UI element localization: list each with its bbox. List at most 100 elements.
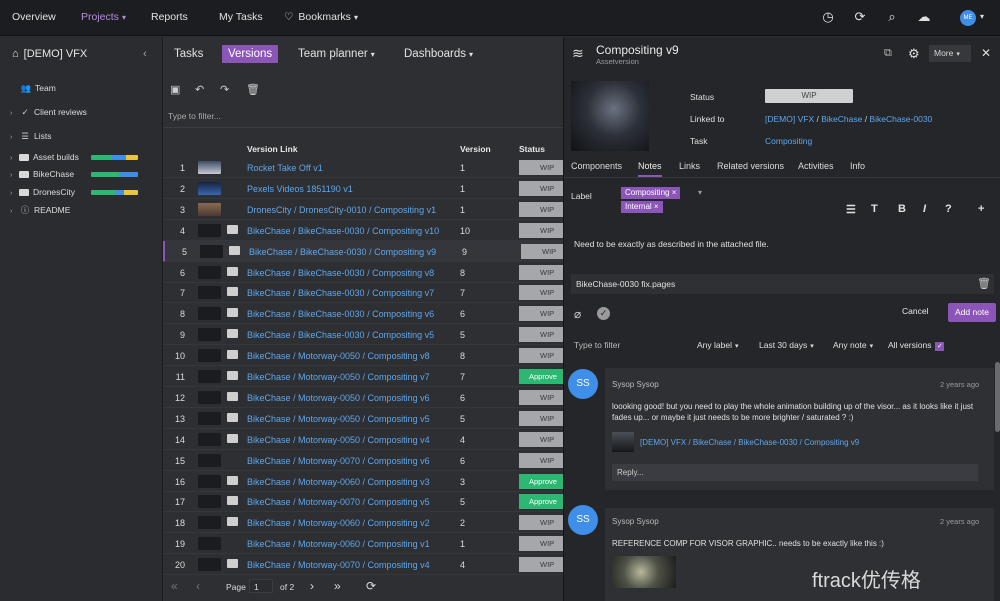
version-link[interactable]: Rocket Take Off v1 [247,163,323,173]
list-format-icon[interactable]: ☰ [846,203,856,216]
filter-all-versions[interactable]: All versions ✓ [888,340,945,351]
trash-icon[interactable]: 🗑 [977,277,991,290]
tab-notes[interactable]: Notes [638,161,662,177]
version-link[interactable]: Pexels Videos 1851190 v1 [247,184,353,194]
comment-icon[interactable] [227,329,238,339]
version-link[interactable]: BikeChase / BikeChase-0030 / Compositing… [247,268,434,278]
version-thumbnail[interactable] [198,370,221,383]
prev-page-icon[interactable]: ‹ [196,579,200,593]
search-icon[interactable]: ⌕ [884,9,900,25]
version-link[interactable]: BikeChase / Motorway-0070 / Compositing … [247,456,430,466]
tab-related-versions[interactable]: Related versions [717,161,784,171]
column-header-status[interactable]: Status [519,144,545,154]
notes-filter-input[interactable]: Type to filter [574,340,620,350]
tab-info[interactable]: Info [850,161,865,171]
version-thumbnail[interactable] [198,495,221,509]
comment-icon[interactable] [227,559,238,569]
tab-team-planner[interactable]: Team planner ▾ [292,45,381,63]
sidebar-item-asset-builds[interactable]: › Asset builds [10,152,79,162]
table-row[interactable]: 20 BikeChase / Motorway-0070 / Compositin… [163,554,575,576]
table-row[interactable]: 14 BikeChase / Motorway-0050 / Compositin… [163,429,575,450]
version-thumbnail[interactable] [198,307,221,321]
nav-projects[interactable]: Projects ▾ [81,11,126,23]
remove-chip-icon[interactable]: × [672,188,677,197]
comment-icon[interactable] [227,412,238,422]
version-thumbnail[interactable] [198,453,221,467]
label-chip-compositing[interactable]: Compositing × [621,187,681,199]
first-page-icon[interactable]: « [171,579,178,593]
last-page-icon[interactable]: » [334,579,341,593]
filter-any-label[interactable]: Any label ▾ [697,340,738,350]
comment-icon[interactable] [227,475,238,485]
check-circle-icon[interactable]: ✓ [597,307,610,320]
help-icon[interactable]: ? [945,203,952,215]
version-thumbnail[interactable] [198,328,221,342]
table-row[interactable]: 2 Pexels Videos 1851190 v1 1 WIP [163,178,575,199]
chevron-down-icon[interactable]: ▾ [698,188,702,197]
refresh-icon[interactable]: ⟳ [366,579,376,593]
table-row[interactable]: 18 BikeChase / Motorway-0060 / Compositin… [163,512,575,534]
more-menu-button[interactable]: More ▾ [929,45,971,62]
table-row[interactable]: 6 BikeChase / BikeChase-0030 / Compositin… [163,262,575,283]
version-link[interactable]: BikeChase / Motorway-0070 / Compositing … [247,497,430,507]
version-thumbnail[interactable] [198,411,221,425]
version-link[interactable]: DronesCity / DronesCity-0010 / Compositi… [247,205,436,215]
next-page-icon[interactable]: › [310,579,314,593]
version-link[interactable]: BikeChase / BikeChase-0030 / Compositing… [247,288,434,298]
version-link[interactable]: BikeChase / Motorway-0050 / Compositing … [247,435,430,445]
comment-icon[interactable] [227,517,238,527]
version-thumbnail[interactable] [198,474,221,488]
italic-icon[interactable]: I [923,203,926,215]
version-link[interactable]: BikeChase / Motorway-0050 / Compositing … [247,351,430,361]
version-thumbnail[interactable] [200,244,223,258]
version-thumbnail[interactable] [198,223,221,237]
table-row[interactable]: 15 BikeChase / Motorway-0070 / Compositin… [163,450,575,471]
column-header-version-link[interactable]: Version Link [247,144,298,154]
paperclip-icon[interactable]: ⌀ [574,307,581,321]
collapse-sidebar-icon[interactable]: ‹ [143,48,147,60]
version-link[interactable]: BikeChase / Motorway-0070 / Compositing … [247,560,430,570]
comment-icon[interactable] [227,350,238,360]
version-thumbnail[interactable] [198,202,221,216]
tab-links[interactable]: Links [679,161,700,171]
filter-any-note[interactable]: Any note ▾ [833,340,873,350]
table-row[interactable]: 4 BikeChase / BikeChase-0030 / Compositin… [163,220,575,241]
open-external-icon[interactable]: ⧉ [884,47,892,60]
version-thumbnail[interactable] [198,286,221,300]
project-title[interactable]: ⌂ [DEMO] VFX [12,48,87,60]
comment-icon[interactable] [227,391,238,401]
version-thumbnail[interactable] [571,81,649,151]
tab-dashboards[interactable]: Dashboards ▾ [398,45,479,63]
label-chip-internal[interactable]: Internal × [621,201,663,213]
table-row[interactable]: 16 BikeChase / Motorway-0060 / Compositin… [163,471,575,492]
remove-chip-icon[interactable]: × [654,202,659,211]
table-row[interactable]: 19 BikeChase / Motorway-0060 / Compositin… [163,533,575,555]
comment-icon[interactable] [227,308,238,318]
tab-activities[interactable]: Activities [798,161,834,171]
note-editor[interactable]: Need to be exactly as described in the a… [574,239,769,249]
version-link[interactable]: BikeChase / BikeChase-0030 / Compositing… [247,309,434,319]
version-link[interactable]: BikeChase / Motorway-0060 / Compositing … [247,539,430,549]
version-link[interactable]: BikeChase / Motorway-0050 / Compositing … [247,414,430,424]
status-dropdown[interactable]: WIP [765,89,853,103]
comment-icon[interactable] [227,287,238,297]
comment-icon[interactable] [227,496,238,506]
nav-overview[interactable]: Overview [12,11,56,23]
clock-icon[interactable]: ◷ [820,9,836,25]
version-link[interactable]: BikeChase / BikeChase-0030 / Compositing… [249,247,436,257]
version-link[interactable]: BikeChase / BikeChase-0030 / Compositing… [247,330,434,340]
attachment-name[interactable]: BikeChase-0030 fix.pages [576,279,675,289]
nav-my-tasks[interactable]: My Tasks [219,11,263,23]
save-icon[interactable]: ▣ [170,83,180,96]
nav-bookmarks[interactable]: ♡ Bookmarks ▾ [284,11,358,23]
chevron-down-icon[interactable]: ▾ [974,9,990,25]
table-row[interactable]: 13 BikeChase / Motorway-0050 / Compositin… [163,408,575,429]
table-row[interactable]: 5 BikeChase / BikeChase-0030 / Compositin… [163,240,577,262]
version-thumbnail[interactable] [198,349,221,363]
breadcrumb-link-project[interactable]: [DEMO] VFX [765,114,814,124]
text-size-icon[interactable]: T [871,203,878,215]
tab-components[interactable]: Components [571,161,622,171]
version-link[interactable]: BikeChase / Motorway-0060 / Compositing … [247,477,430,487]
sidebar-item-bikechase[interactable]: › BikeChase [10,169,74,179]
note-version-link[interactable]: [DEMO] VFX / BikeChase / BikeChase-0030 … [640,438,859,447]
